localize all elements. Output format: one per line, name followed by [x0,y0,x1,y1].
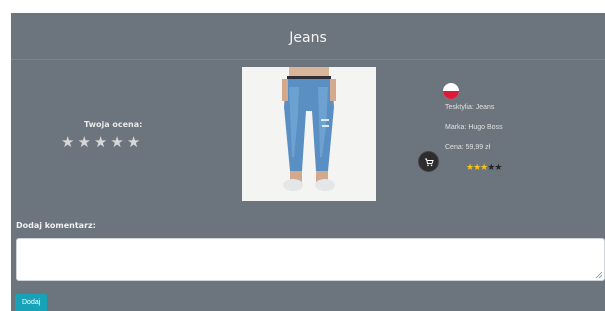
product-image [242,67,376,201]
product-title: Jeans [289,30,327,46]
rating-star-2[interactable]: ★ [77,135,90,150]
average-rating: ★★★★★ [466,163,502,173]
rating-star-1[interactable]: ★ [61,135,74,150]
poland-flag-icon [443,83,459,99]
product-material: Tesktylia: Jeans [445,104,495,111]
comment-input[interactable] [16,238,605,281]
add-comment-button[interactable]: Dodaj [15,294,48,311]
resize-grip-icon[interactable] [594,270,603,279]
rating-stars: ★ ★ ★ ★ ★ [61,135,140,150]
panel-header: Jeans [11,13,605,60]
rating-star-4[interactable]: ★ [110,135,123,150]
product-price: Cena: 59,99 zł [445,144,491,151]
avg-star-5: ★ [494,163,502,173]
product-panel: Jeans Twoja ocena: ★ ★ ★ ★ ★ Tesktylia: … [11,13,605,311]
rating-star-5[interactable]: ★ [127,135,140,150]
rating-label: Twoja ocena: [84,120,143,129]
rating-star-3[interactable]: ★ [94,135,107,150]
comment-label: Dodaj komentarz: [16,221,96,230]
product-brand: Marka: Hugo Boss [445,124,503,131]
add-to-cart-button[interactable] [418,151,439,172]
cart-icon [424,158,434,166]
jeans-photo [242,67,376,201]
